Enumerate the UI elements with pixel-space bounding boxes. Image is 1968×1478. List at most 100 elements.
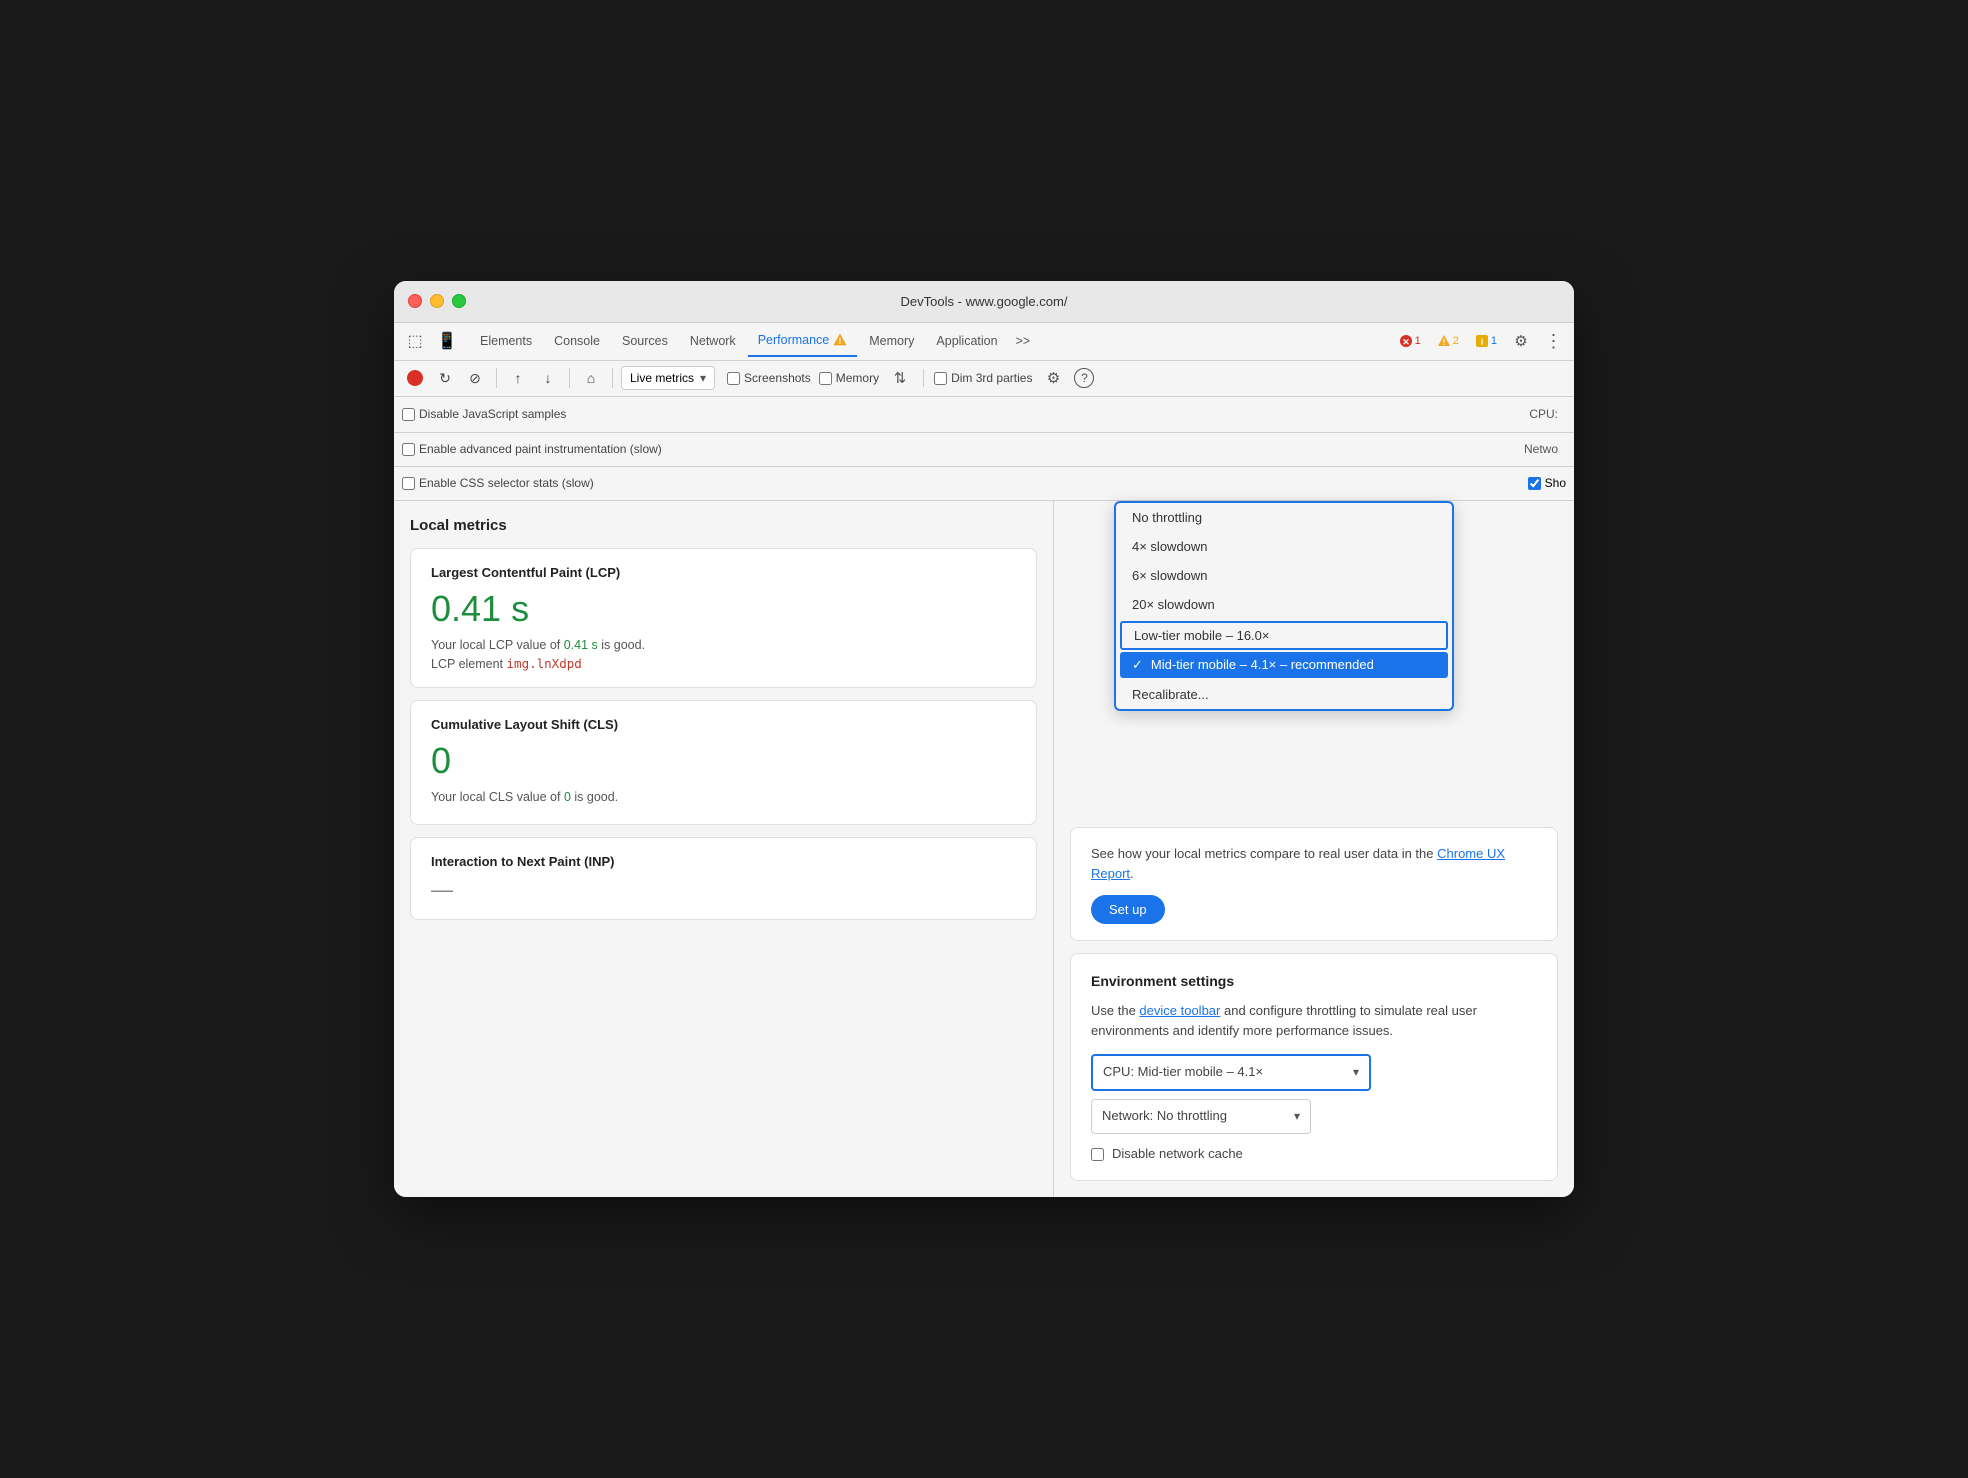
inp-title: Interaction to Next Paint (INP) bbox=[431, 854, 1016, 869]
toolbar-separator-2 bbox=[569, 368, 570, 388]
dropdown-recalibrate[interactable]: Recalibrate... bbox=[1116, 680, 1452, 709]
tab-performance[interactable]: Performance ! bbox=[748, 325, 858, 357]
cpu-dropdown-arrow-icon: ▾ bbox=[1353, 1063, 1359, 1082]
cpu-select[interactable]: CPU: Mid-tier mobile – 4.1× ▾ bbox=[1091, 1054, 1371, 1091]
options-bar-2: Enable advanced paint instrumentation (s… bbox=[394, 433, 1574, 467]
lcp-element-name: img.lnXdpd bbox=[507, 656, 582, 671]
environment-card: Environment settings Use the device tool… bbox=[1070, 953, 1558, 1181]
device-icon[interactable]: 📱 bbox=[434, 328, 460, 354]
disable-js-label[interactable]: Disable JavaScript samples bbox=[402, 407, 566, 421]
setup-button[interactable]: Set up bbox=[1091, 895, 1165, 924]
enable-css-checkbox[interactable] bbox=[402, 477, 415, 490]
maximize-button[interactable] bbox=[452, 294, 466, 308]
toolbar-right: Screenshots Memory ⇅ Dim 3rd parties ⚙ ? bbox=[727, 365, 1094, 391]
tab-network[interactable]: Network bbox=[680, 325, 746, 357]
devtools-window: DevTools - www.google.com/ ⬚ 📱 Elements … bbox=[394, 281, 1574, 1198]
cpu-dropdown: No throttling 4× slowdown 6× slowdown 20… bbox=[1114, 501, 1454, 711]
close-button[interactable] bbox=[408, 294, 422, 308]
tab-bar-right: ✕ 1 ! 2 i 1 ⚙ ⋮ bbox=[1394, 328, 1566, 354]
upload-button[interactable]: ↑ bbox=[505, 365, 531, 391]
settings-icon[interactable]: ⚙ bbox=[1508, 328, 1534, 354]
cls-val-green: 0 bbox=[564, 790, 571, 804]
options-bar-1: Disable JavaScript samples CPU: bbox=[394, 397, 1574, 433]
error-badge: ✕ 1 bbox=[1394, 333, 1426, 349]
check-icon: ✓ bbox=[1132, 657, 1143, 673]
clear-button[interactable]: ⊘ bbox=[462, 365, 488, 391]
cpu-select-wrapper: CPU: Mid-tier mobile – 4.1× ▾ Network: N… bbox=[1091, 1054, 1537, 1164]
dim-3rd-label[interactable]: Dim 3rd parties bbox=[934, 371, 1032, 385]
network-label: Netwo bbox=[1524, 442, 1566, 456]
screenshots-checkbox-label[interactable]: Screenshots bbox=[727, 371, 811, 385]
dropdown-6x[interactable]: 6× slowdown bbox=[1116, 561, 1452, 590]
lcp-value: 0.41 s bbox=[431, 588, 1016, 630]
warning-badge: ! 2 bbox=[1432, 333, 1464, 349]
help-icon[interactable]: ? bbox=[1074, 368, 1094, 388]
tab-more[interactable]: >> bbox=[1010, 325, 1037, 357]
svg-text:!: ! bbox=[1442, 338, 1445, 347]
show-checkbox[interactable] bbox=[1528, 477, 1541, 490]
home-button[interactable]: ⌂ bbox=[578, 365, 604, 391]
inp-card: Interaction to Next Paint (INP) — bbox=[410, 837, 1037, 920]
toolbar-separator-1 bbox=[496, 368, 497, 388]
minimize-button[interactable] bbox=[430, 294, 444, 308]
screenshots-checkbox[interactable] bbox=[727, 372, 740, 385]
live-metrics-dropdown[interactable]: Live metrics ▾ bbox=[621, 366, 715, 390]
show-label: Sho bbox=[1545, 476, 1566, 490]
inp-value: — bbox=[431, 877, 1016, 903]
env-desc: Use the device toolbar and configure thr… bbox=[1091, 1001, 1537, 1043]
enable-paint-checkbox[interactable] bbox=[402, 443, 415, 456]
reload-button[interactable]: ↻ bbox=[432, 365, 458, 391]
network-dropdown-arrow-icon: ▾ bbox=[1294, 1107, 1300, 1126]
enable-paint-label[interactable]: Enable advanced paint instrumentation (s… bbox=[402, 442, 662, 456]
capture-settings-icon[interactable]: ⚙ bbox=[1040, 365, 1066, 391]
network-throttle-icon[interactable]: ⇅ bbox=[887, 365, 913, 391]
lcp-title: Largest Contentful Paint (LCP) bbox=[431, 565, 1016, 580]
lcp-val-green: 0.41 s bbox=[564, 638, 598, 652]
inspect-icon[interactable]: ⬚ bbox=[402, 328, 428, 354]
window-title: DevTools - www.google.com/ bbox=[901, 294, 1068, 309]
lcp-desc: Your local LCP value of 0.41 s is good. bbox=[431, 638, 1016, 652]
performance-warning-icon: ! bbox=[833, 333, 847, 347]
traffic-lights bbox=[408, 294, 466, 308]
tab-sources[interactable]: Sources bbox=[612, 325, 678, 357]
lcp-element: LCP element img.lnXdpd bbox=[431, 656, 1016, 671]
disable-cache-checkbox[interactable] bbox=[1091, 1148, 1104, 1161]
cls-value: 0 bbox=[431, 740, 1016, 782]
toolbar-separator-3 bbox=[612, 368, 613, 388]
enable-css-label[interactable]: Enable CSS selector stats (slow) bbox=[402, 476, 594, 490]
tab-memory[interactable]: Memory bbox=[859, 325, 924, 357]
svg-text:i: i bbox=[1481, 337, 1484, 347]
disable-js-checkbox[interactable] bbox=[402, 408, 415, 421]
dropdown-low-tier[interactable]: Low-tier mobile – 16.0× bbox=[1120, 621, 1448, 650]
device-toolbar-link[interactable]: device toolbar bbox=[1139, 1003, 1220, 1018]
tab-bar: ⬚ 📱 Elements Console Sources Network Per… bbox=[394, 323, 1574, 361]
tab-application[interactable]: Application bbox=[926, 325, 1007, 357]
show-checkbox-container: Sho bbox=[1528, 476, 1566, 490]
info-badge: i 1 bbox=[1470, 333, 1502, 349]
memory-checkbox[interactable] bbox=[819, 372, 832, 385]
main-content: Local metrics Largest Contentful Paint (… bbox=[394, 501, 1574, 1198]
memory-checkbox-label[interactable]: Memory bbox=[819, 371, 879, 385]
record-button[interactable] bbox=[402, 365, 428, 391]
tab-elements[interactable]: Elements bbox=[470, 325, 542, 357]
toolbar-sep-right bbox=[923, 369, 924, 387]
tab-console[interactable]: Console bbox=[544, 325, 610, 357]
dropdown-20x[interactable]: 20× slowdown bbox=[1116, 590, 1452, 619]
dim-3rd-checkbox[interactable] bbox=[934, 372, 947, 385]
dropdown-no-throttle[interactable]: No throttling bbox=[1116, 503, 1452, 532]
more-options-icon[interactable]: ⋮ bbox=[1540, 328, 1566, 354]
toolbar: ↻ ⊘ ↑ ↓ ⌂ Live metrics ▾ Screenshots Mem… bbox=[394, 361, 1574, 397]
options-bar-3: Enable CSS selector stats (slow) Sho bbox=[394, 467, 1574, 501]
download-button[interactable]: ↓ bbox=[535, 365, 561, 391]
local-metrics-title: Local metrics bbox=[410, 517, 1037, 534]
disable-cache-label[interactable]: Disable network cache bbox=[1091, 1144, 1537, 1165]
network-select[interactable]: Network: No throttling ▾ bbox=[1091, 1099, 1311, 1134]
devtools-icons: ⬚ 📱 bbox=[402, 328, 460, 354]
cls-title: Cumulative Layout Shift (CLS) bbox=[431, 717, 1016, 732]
dropdown-mid-tier[interactable]: ✓ Mid-tier mobile – 4.1× – recommended bbox=[1120, 652, 1448, 678]
left-panel: Local metrics Largest Contentful Paint (… bbox=[394, 501, 1054, 1198]
env-title: Environment settings bbox=[1091, 970, 1537, 992]
dropdown-4x[interactable]: 4× slowdown bbox=[1116, 532, 1452, 561]
ux-report-card: See how your local metrics compare to re… bbox=[1070, 827, 1558, 942]
cls-card: Cumulative Layout Shift (CLS) 0 Your loc… bbox=[410, 700, 1037, 825]
